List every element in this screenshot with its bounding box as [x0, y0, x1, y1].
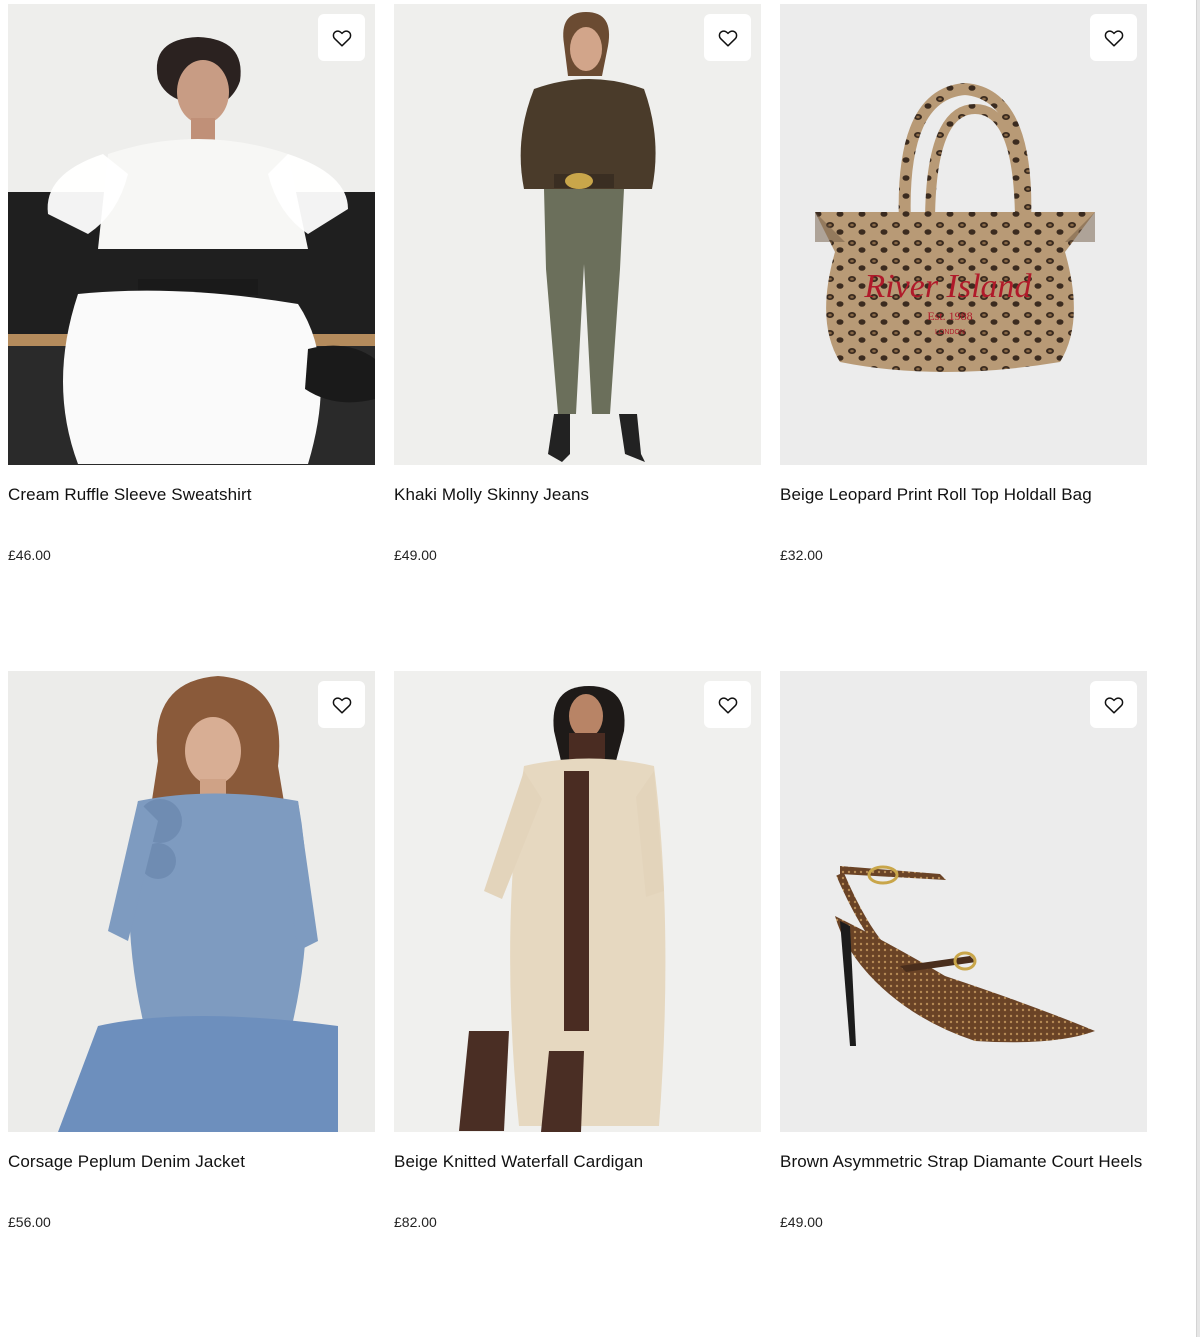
model-photo-denim-jacket — [8, 671, 375, 1132]
heart-outline-icon — [718, 29, 737, 47]
product-price: £49.00 — [780, 1214, 823, 1230]
product-image[interactable]: River Island Est. 1988 LONDON — [780, 4, 1147, 465]
bag-est-print: Est. 1988 — [927, 309, 972, 323]
product-image[interactable] — [8, 4, 375, 465]
wishlist-button[interactable] — [318, 14, 365, 61]
product-image[interactable] — [8, 671, 375, 1132]
heart-outline-icon — [332, 696, 351, 714]
wishlist-button[interactable] — [704, 14, 751, 61]
model-photo-beige-cardigan — [394, 671, 761, 1132]
product-photo-leopard-bag: River Island Est. 1988 LONDON — [780, 4, 1147, 465]
wishlist-button[interactable] — [1090, 681, 1137, 728]
model-photo-khaki-jeans — [394, 4, 761, 465]
product-title[interactable]: Beige Knitted Waterfall Cardigan — [394, 1152, 643, 1172]
product-price: £49.00 — [394, 547, 437, 563]
heart-outline-icon — [332, 29, 351, 47]
product-card[interactable]: Beige Knitted Waterfall Cardigan £82.00 — [394, 671, 761, 1230]
product-title[interactable]: Brown Asymmetric Strap Diamante Court He… — [780, 1152, 1142, 1172]
model-photo-white-sweatshirt — [8, 4, 375, 465]
product-title[interactable]: Beige Leopard Print Roll Top Holdall Bag — [780, 485, 1092, 505]
product-price: £46.00 — [8, 547, 51, 563]
wishlist-button[interactable] — [704, 681, 751, 728]
bag-city-print: LONDON — [935, 329, 965, 336]
product-title[interactable]: Corsage Peplum Denim Jacket — [8, 1152, 245, 1172]
heart-outline-icon — [1104, 696, 1123, 714]
product-image[interactable] — [780, 671, 1147, 1132]
product-title[interactable]: Khaki Molly Skinny Jeans — [394, 485, 589, 505]
product-card[interactable]: River Island Est. 1988 LONDON Beige Leop… — [780, 4, 1147, 563]
product-price: £32.00 — [780, 547, 823, 563]
product-card[interactable]: Corsage Peplum Denim Jacket £56.00 — [8, 671, 375, 1230]
product-image[interactable] — [394, 4, 761, 465]
product-title[interactable]: Cream Ruffle Sleeve Sweatshirt — [8, 485, 252, 505]
product-price: £82.00 — [394, 1214, 437, 1230]
heart-outline-icon — [718, 696, 737, 714]
product-card[interactable]: Brown Asymmetric Strap Diamante Court He… — [780, 671, 1147, 1230]
product-card[interactable]: Cream Ruffle Sleeve Sweatshirt £46.00 — [8, 4, 375, 563]
wishlist-button[interactable] — [1090, 14, 1137, 61]
product-image[interactable] — [394, 671, 761, 1132]
product-price: £56.00 — [8, 1214, 51, 1230]
product-card[interactable]: Khaki Molly Skinny Jeans £49.00 — [394, 4, 761, 563]
product-photo-brown-heels — [780, 671, 1147, 1132]
wishlist-button[interactable] — [318, 681, 365, 728]
heart-outline-icon — [1104, 29, 1123, 47]
bag-brand-print: River Island — [863, 268, 1032, 305]
